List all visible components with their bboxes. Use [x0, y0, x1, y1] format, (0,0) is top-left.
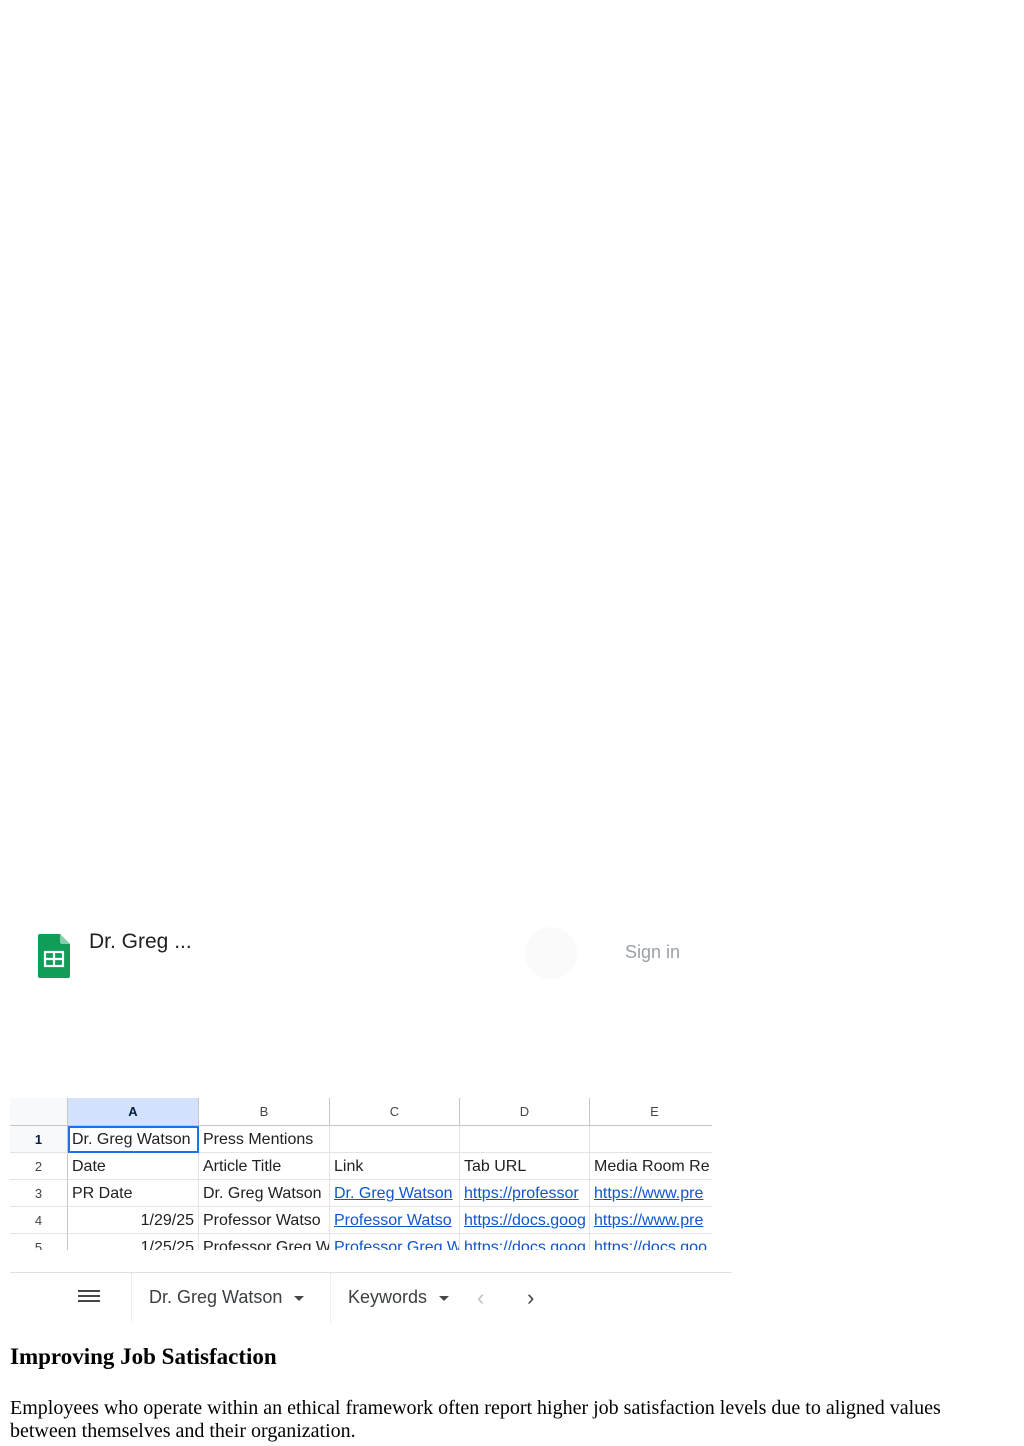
- tab-label: Dr. Greg Watson: [149, 1287, 283, 1307]
- cell-a5[interactable]: 1/25/25: [68, 1234, 199, 1250]
- tab-dr-greg-watson[interactable]: Dr. Greg Watson: [131, 1273, 331, 1323]
- column-header-d[interactable]: D: [460, 1098, 590, 1126]
- cell-b5[interactable]: Professor Greg W: [199, 1234, 330, 1250]
- cell-c5-link[interactable]: Professor Greg W: [330, 1234, 460, 1250]
- cell-d1[interactable]: [460, 1126, 590, 1153]
- cell-b3[interactable]: Dr. Greg Watson: [199, 1180, 330, 1207]
- sign-in-button[interactable]: Sign in: [625, 942, 680, 963]
- column-header-c[interactable]: C: [330, 1098, 460, 1126]
- cell-d4-link[interactable]: https://docs.goog: [460, 1207, 590, 1234]
- embedded-spreadsheet: Dr. Greg ... Sign in A B C D E 1 2 3 4 5…: [10, 918, 732, 1323]
- row-header-3[interactable]: 3: [10, 1180, 68, 1207]
- row-header-5[interactable]: 5: [10, 1234, 68, 1250]
- article-heading: Improving Job Satisfaction: [10, 1344, 277, 1369]
- cell-b4[interactable]: Professor Watso: [199, 1207, 330, 1234]
- select-all-corner[interactable]: [10, 1098, 68, 1126]
- cell-d5-link[interactable]: https://docs.goog: [460, 1234, 590, 1250]
- avatar: [525, 927, 577, 979]
- column-header-a[interactable]: A: [68, 1098, 199, 1126]
- hamburger-menu-icon[interactable]: [78, 1287, 100, 1307]
- row-header-2[interactable]: 2: [10, 1153, 68, 1180]
- cell-e2[interactable]: Media Room Re: [590, 1153, 712, 1180]
- cell-e4-link[interactable]: https://www.pre: [590, 1207, 712, 1234]
- cell-c3-link[interactable]: Dr. Greg Watson: [330, 1180, 460, 1207]
- row-header-4[interactable]: 4: [10, 1207, 68, 1234]
- cell-e3-link[interactable]: https://www.pre: [590, 1180, 712, 1207]
- cell-a4[interactable]: 1/29/25: [68, 1207, 199, 1234]
- cell-a1[interactable]: Dr. Greg Watson: [68, 1126, 199, 1153]
- column-header-b[interactable]: B: [199, 1098, 330, 1126]
- spreadsheet-grid[interactable]: A B C D E 1 2 3 4 5 Dr. Greg Watson Pres…: [10, 1098, 712, 1250]
- cell-c1[interactable]: [330, 1126, 460, 1153]
- tab-label: Keywords: [348, 1287, 428, 1307]
- cell-c4-link[interactable]: Professor Watso: [330, 1207, 460, 1234]
- caret-down-icon[interactable]: [439, 1295, 450, 1301]
- chevron-right-icon[interactable]: ›: [527, 1285, 534, 1311]
- cell-d3-link[interactable]: https://professor: [460, 1180, 590, 1207]
- cell-a3[interactable]: PR Date: [68, 1180, 199, 1207]
- google-sheets-icon: [38, 934, 70, 978]
- cell-c2[interactable]: Link: [330, 1153, 460, 1180]
- document-title[interactable]: Dr. Greg ...: [89, 930, 192, 954]
- cell-e1[interactable]: [590, 1126, 712, 1153]
- tab-keywords[interactable]: Keywords: [332, 1273, 456, 1323]
- chevron-left-icon[interactable]: ‹: [477, 1285, 484, 1311]
- article-paragraph: Employees who operate within an ethical …: [10, 1397, 941, 1442]
- column-header-e[interactable]: E: [590, 1098, 712, 1126]
- cell-a2[interactable]: Date: [68, 1153, 199, 1180]
- cell-d2[interactable]: Tab URL: [460, 1153, 590, 1180]
- sheet-tab-bar: Dr. Greg Watson Keywords ‹ ›: [10, 1272, 732, 1323]
- row-header-1[interactable]: 1: [10, 1126, 68, 1153]
- cell-b1[interactable]: Press Mentions: [199, 1126, 330, 1153]
- cell-b2[interactable]: Article Title: [199, 1153, 330, 1180]
- cell-e5-link[interactable]: https://docs.goo: [590, 1234, 712, 1250]
- caret-down-icon[interactable]: [294, 1295, 305, 1301]
